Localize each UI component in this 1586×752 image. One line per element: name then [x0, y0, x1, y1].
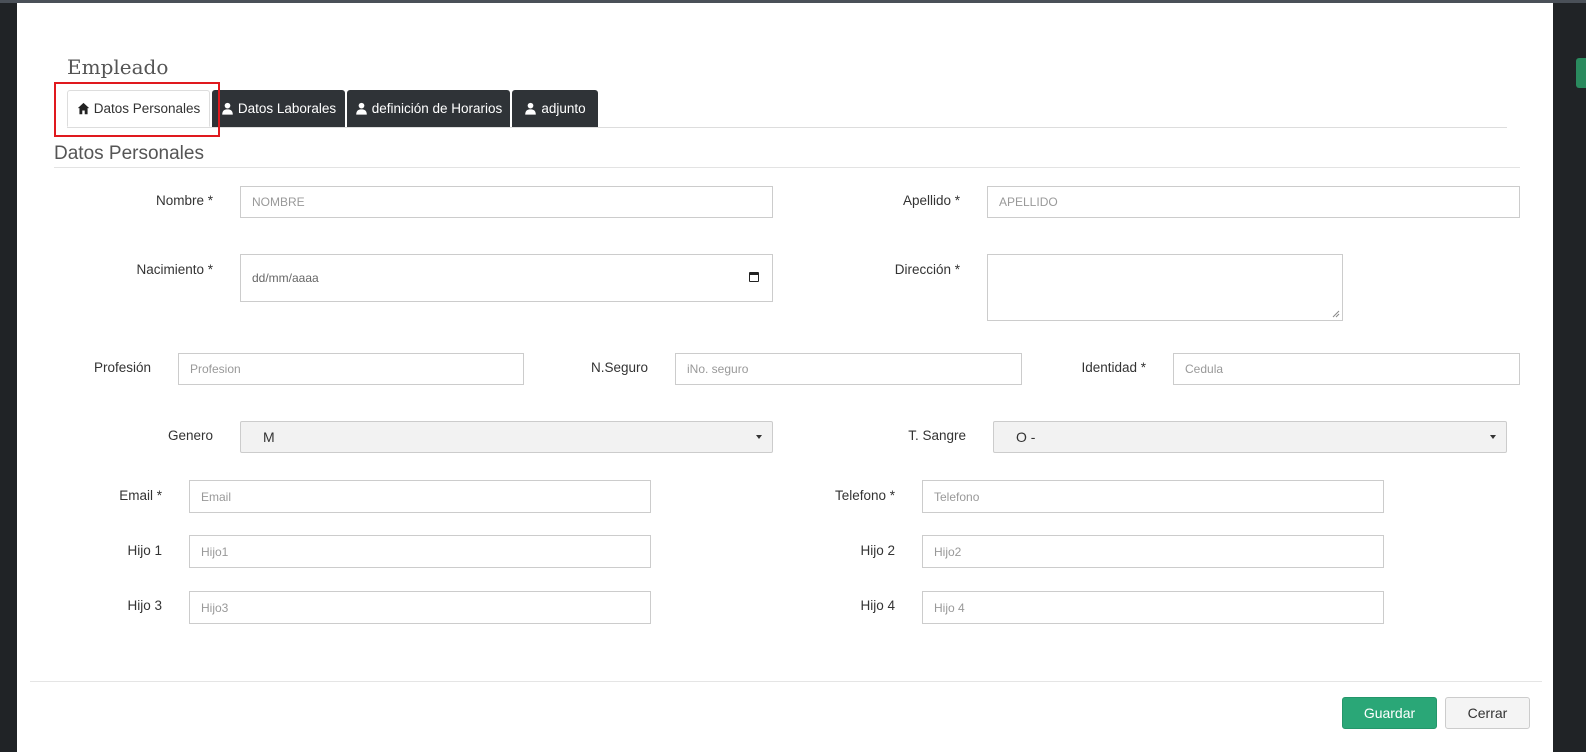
telefono-label: Telefono *	[834, 488, 895, 503]
genero-value: M	[263, 429, 275, 445]
hijo1-input[interactable]: Hijo1	[189, 535, 651, 568]
tsangre-select[interactable]: O -	[993, 421, 1507, 453]
hijo4-input[interactable]: Hijo 4	[922, 591, 1384, 624]
apellido-input[interactable]: APELLIDO	[987, 186, 1520, 218]
hijo1-label: Hijo 1	[127, 543, 162, 558]
nseguro-input[interactable]: iNo. seguro	[675, 353, 1022, 385]
section-title: Datos Personales	[54, 143, 204, 164]
genero-label: Genero	[167, 428, 213, 443]
email-input[interactable]: Email	[189, 480, 651, 513]
telefono-input[interactable]: Telefono	[922, 480, 1384, 513]
hijo2-input[interactable]: Hijo2	[922, 535, 1384, 568]
user-icon	[222, 102, 233, 115]
nombre-input[interactable]: NOMBRE	[240, 186, 773, 218]
profesion-label: Profesión	[93, 360, 151, 375]
modal-title: Empleado	[67, 55, 169, 79]
section-divider	[54, 167, 1520, 168]
calendar-icon[interactable]	[749, 272, 759, 282]
nseguro-label: N.Seguro	[590, 360, 648, 375]
backdrop-right	[1553, 0, 1586, 752]
nombre-label: Nombre *	[155, 193, 213, 208]
profesion-input[interactable]: Profesion	[178, 353, 524, 385]
nacimiento-placeholder: dd/mm/aaaa	[252, 271, 319, 285]
tab-label: Datos Laborales	[237, 101, 337, 116]
tab-datos-laborales[interactable]: Datos Laborales	[212, 90, 345, 127]
direccion-label: Dirección *	[894, 262, 960, 277]
resize-handle-icon[interactable]	[1332, 310, 1340, 318]
genero-select[interactable]: M	[240, 421, 773, 453]
save-button[interactable]: Guardar	[1342, 697, 1437, 729]
backdrop-green-tab	[1576, 58, 1586, 88]
user-icon	[355, 102, 367, 115]
hijo3-label: Hijo 3	[127, 598, 162, 613]
user-icon	[525, 102, 537, 115]
caret-down-icon	[1490, 435, 1496, 439]
caret-down-icon	[756, 435, 762, 439]
tab-divider	[67, 127, 1507, 128]
email-label: Email *	[119, 488, 162, 503]
tab-label: adjunto	[541, 101, 586, 116]
employee-modal: Empleado Datos Personales Datos Laborale…	[17, 3, 1553, 752]
hijo2-label: Hijo 2	[860, 543, 895, 558]
identidad-input[interactable]: Cedula	[1173, 353, 1520, 385]
identidad-label: Identidad *	[1081, 360, 1146, 375]
tab-definicion-horarios[interactable]: definición de Horarios	[347, 90, 510, 127]
apellido-label: Apellido *	[902, 193, 960, 208]
close-button[interactable]: Cerrar	[1445, 697, 1530, 729]
backdrop-left	[0, 0, 17, 752]
direccion-textarea[interactable]	[987, 254, 1343, 321]
tab-label: definición de Horarios	[371, 101, 503, 116]
hijo3-input[interactable]: Hijo3	[189, 591, 651, 624]
hijo4-label: Hijo 4	[860, 598, 895, 613]
tsangre-label: T. Sangre	[908, 428, 966, 443]
tab-adjunto[interactable]: adjunto	[512, 90, 598, 127]
tsangre-value: O -	[1016, 429, 1036, 445]
nacimiento-input[interactable]: dd/mm/aaaa	[240, 254, 773, 302]
highlight-box	[54, 82, 220, 137]
nacimiento-label: Nacimiento *	[136, 262, 213, 277]
footer-divider	[30, 681, 1542, 682]
